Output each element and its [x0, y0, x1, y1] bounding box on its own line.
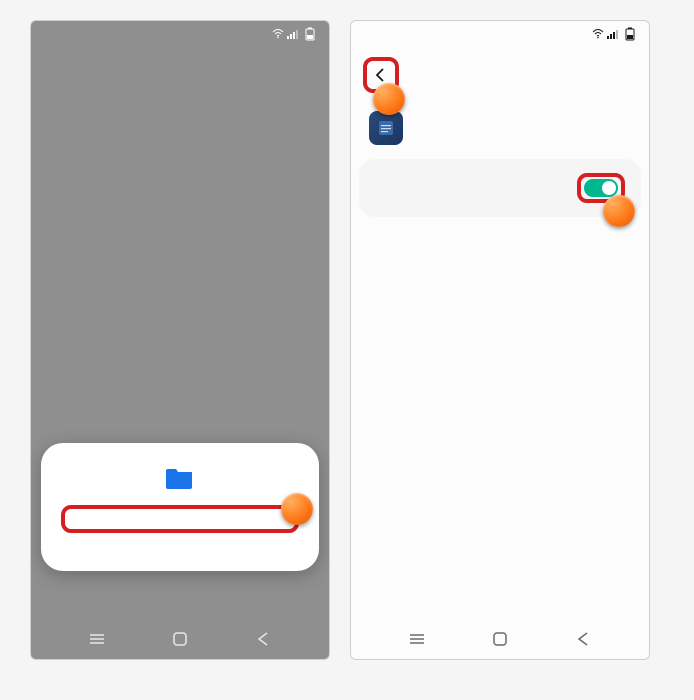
phone-right — [350, 20, 650, 660]
badge-1 — [281, 493, 313, 525]
signal-icon — [287, 29, 299, 42]
nav-recents[interactable] — [407, 629, 427, 649]
battery-icon — [625, 27, 635, 44]
badge-3 — [373, 83, 405, 115]
nav-bar — [31, 619, 329, 659]
deny-button[interactable] — [61, 537, 299, 557]
allow-highlight — [61, 505, 299, 533]
screen-body — [351, 49, 649, 619]
badge-2 — [603, 195, 635, 227]
back-button[interactable] — [363, 57, 399, 93]
permission-dialog — [41, 443, 319, 571]
status-bar — [351, 21, 649, 49]
status-right — [272, 27, 315, 44]
screen-body — [31, 49, 329, 619]
nav-bar — [351, 619, 649, 659]
phone-left — [30, 20, 330, 660]
permission-description — [351, 217, 649, 249]
battery-icon — [305, 27, 315, 44]
allow-all-files-toggle[interactable] — [584, 179, 618, 197]
nav-home[interactable] — [170, 629, 190, 649]
status-right — [592, 27, 635, 44]
nav-recents[interactable] — [87, 629, 107, 649]
allow-button[interactable] — [65, 509, 295, 529]
signal-icon — [607, 29, 619, 42]
nav-home[interactable] — [490, 629, 510, 649]
app-icon — [369, 111, 403, 145]
nav-back[interactable] — [573, 629, 593, 649]
wifi-icon — [272, 29, 284, 42]
folder-icon — [61, 465, 299, 489]
toggle-highlight — [577, 173, 625, 203]
status-bar — [31, 21, 329, 49]
wifi-icon — [592, 29, 604, 42]
nav-back[interactable] — [253, 629, 273, 649]
toggle-row — [359, 159, 641, 217]
header — [351, 49, 649, 105]
